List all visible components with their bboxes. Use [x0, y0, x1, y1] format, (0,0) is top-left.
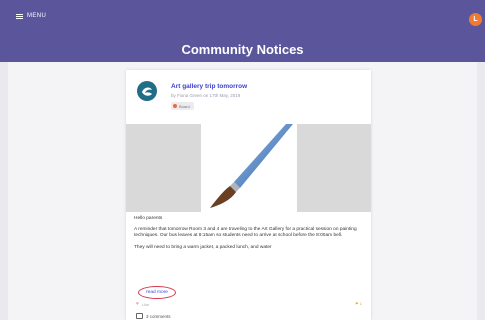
board-badge: Board	[171, 102, 194, 110]
post-title[interactable]: Art gallery trip tomorrow	[171, 83, 247, 90]
post-greeting: Hello parents	[134, 216, 163, 221]
post-paragraph: A reminder that tomorrow Room 3 and 4 ar…	[134, 226, 357, 239]
read-more-link[interactable]: read more	[138, 286, 176, 299]
post-image	[126, 124, 371, 212]
paintbrush-icon	[210, 124, 293, 208]
comments-label: 3 comments	[146, 313, 171, 319]
flag-icon: ⚑	[355, 301, 359, 306]
school-logo-icon	[137, 81, 157, 101]
menu-button[interactable]: MENU	[16, 13, 46, 19]
menu-label: MENU	[27, 13, 47, 19]
comments-link[interactable]: 3 comments	[136, 313, 171, 319]
heart-icon: ♥	[136, 301, 139, 307]
user-avatar[interactable]: L	[469, 13, 482, 26]
notice-card: Art gallery trip tomorrow by Fiona Green…	[126, 70, 371, 320]
image-placeholder-left	[126, 124, 201, 212]
comment-icon	[136, 313, 143, 319]
flag-value: 1	[359, 301, 362, 306]
page-title: Community Notices	[181, 42, 304, 57]
post-meta: by Fiona Green on 17th May, 2019	[171, 93, 241, 98]
post-paragraph-2: They will need to bring a warm jacket, a…	[134, 244, 272, 250]
hamburger-icon	[16, 13, 23, 19]
post-body: Hello parents A reminder that tomorrow R…	[134, 216, 364, 251]
like-button[interactable]: ♥ Like	[136, 301, 149, 307]
top-bar: MENU L Community Notices	[0, 0, 485, 62]
flag-count[interactable]: ⚑ 1	[355, 301, 362, 306]
badge-label: Board	[179, 103, 190, 109]
like-label: Like	[141, 301, 150, 307]
image-placeholder-right	[297, 124, 371, 212]
badge-dot-icon	[173, 104, 177, 108]
